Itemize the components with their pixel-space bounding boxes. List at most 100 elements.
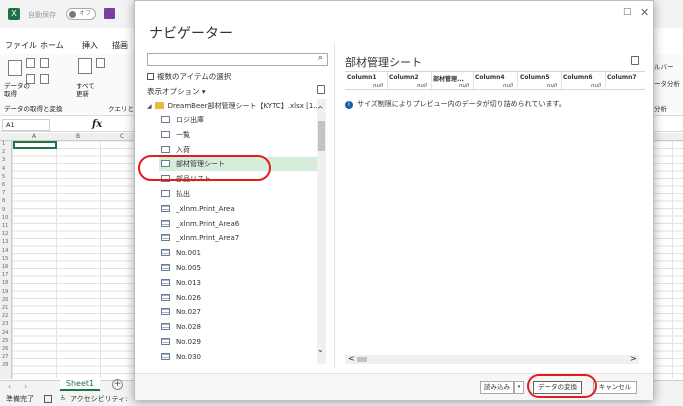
row-header[interactable]: 19: [2, 289, 8, 295]
row-header[interactable]: 10: [2, 215, 8, 221]
refresh-all-label[interactable]: すべて更新: [76, 82, 100, 98]
row-header[interactable]: 27: [2, 354, 8, 360]
expand-caret-icon[interactable]: ◢: [147, 103, 152, 110]
scroll-up-icon[interactable]: ^: [317, 105, 324, 114]
tab-home[interactable]: ホーム: [40, 40, 64, 51]
search-icon[interactable]: ⌕: [318, 53, 323, 63]
column-header[interactable]: C: [120, 133, 124, 140]
multi-select-label: 複数のアイテムの選択: [157, 72, 232, 81]
row-header[interactable]: 17: [2, 272, 8, 278]
tree-item[interactable]: No.029: [159, 335, 317, 349]
tree-item[interactable]: No.005: [159, 261, 317, 275]
row-header[interactable]: 4: [2, 166, 5, 172]
close-icon[interactable]: ✕: [640, 6, 649, 19]
queries-icon[interactable]: [96, 58, 105, 68]
column-header[interactable]: B: [76, 133, 80, 140]
next-sheet-icon[interactable]: ›: [24, 382, 27, 391]
refresh-icon[interactable]: [317, 85, 325, 94]
tree-item[interactable]: _xlnm.Print_Area: [159, 202, 317, 216]
row-header[interactable]: 20: [2, 297, 8, 303]
search-input[interactable]: [147, 53, 328, 66]
preview-cell: null: [373, 83, 384, 89]
name-box[interactable]: A1: [2, 119, 50, 131]
row-header[interactable]: 23: [2, 321, 8, 327]
database-icon[interactable]: [8, 60, 22, 76]
tree-item[interactable]: No.027: [159, 305, 317, 319]
row-header[interactable]: 16: [2, 264, 8, 270]
tree-item[interactable]: _xlnm.Print_Area6: [159, 217, 317, 231]
get-data-label[interactable]: データの取得: [4, 82, 34, 98]
tree-item[interactable]: No.028: [159, 320, 317, 334]
folder-icon: [154, 102, 164, 109]
preview-horizontal-scrollbar[interactable]: < >: [345, 354, 639, 364]
tab-file[interactable]: ファイル: [5, 40, 37, 51]
scroll-left-icon[interactable]: <: [348, 354, 355, 363]
tree-item[interactable]: _xlnm.Print_Area7: [159, 231, 317, 245]
checkbox-icon[interactable]: [147, 73, 154, 80]
sheet-icon: [161, 130, 170, 138]
row-header[interactable]: 22: [2, 313, 8, 319]
preview-refresh-icon[interactable]: [631, 56, 639, 65]
from-text-icon[interactable]: [26, 58, 35, 68]
tree-item[interactable]: 一覧: [159, 128, 317, 142]
autosave-toggle[interactable]: オフ: [66, 8, 96, 20]
row-header[interactable]: 25: [2, 338, 8, 344]
tree-item[interactable]: No.030: [159, 350, 317, 364]
tree-root[interactable]: ◢ DreamBeer部材管理シート【KYTC】.xlsx [1...: [147, 99, 317, 113]
row-header[interactable]: 14: [2, 248, 8, 254]
tree-item[interactable]: No.001: [159, 246, 317, 260]
row-header[interactable]: 5: [2, 174, 5, 180]
row-header[interactable]: 3: [2, 157, 5, 163]
row-header[interactable]: 12: [2, 231, 8, 237]
scroll-thumb[interactable]: [357, 357, 367, 362]
fx-icon[interactable]: fx: [92, 119, 102, 130]
recent-sources-icon[interactable]: [40, 74, 49, 84]
row-header[interactable]: 11: [2, 223, 8, 229]
scroll-down-icon[interactable]: ⌄: [317, 345, 324, 354]
cancel-button[interactable]: キャンセル: [593, 381, 637, 394]
navigator-tree: ◢ DreamBeer部材管理シート【KYTC】.xlsx [1... ロジ出庫一…: [147, 99, 317, 364]
ribbon-right-label-1: ルバー: [654, 63, 674, 71]
load-dropdown-button[interactable]: ▾: [514, 381, 524, 394]
multi-select-checkbox[interactable]: 複数のアイテムの選択: [147, 71, 231, 82]
group-label: データの取得と変換: [4, 105, 63, 113]
row-header[interactable]: 1: [2, 141, 5, 147]
from-web-icon[interactable]: [40, 58, 49, 68]
scroll-right-icon[interactable]: >: [630, 354, 637, 363]
preview-cell: null: [417, 83, 428, 89]
display-options-dropdown[interactable]: 表示オプション ▾: [147, 86, 206, 97]
column-header[interactable]: A: [32, 133, 36, 140]
row-header[interactable]: 18: [2, 280, 8, 286]
row-header[interactable]: 13: [2, 239, 8, 245]
add-sheet-button[interactable]: +: [112, 379, 123, 390]
macro-record-icon[interactable]: [44, 395, 52, 403]
tree-item[interactable]: ロジ出庫: [159, 113, 317, 127]
tree-item[interactable]: No.013: [159, 276, 317, 290]
selected-cell[interactable]: [13, 141, 57, 149]
row-header[interactable]: 6: [2, 182, 5, 188]
row-header[interactable]: 2: [2, 149, 5, 155]
sheet-tab[interactable]: Sheet1: [60, 378, 100, 391]
load-button[interactable]: 読み込み: [480, 381, 514, 394]
preview-cell: null: [547, 83, 558, 89]
tree-scrollbar[interactable]: ^ ⌄: [317, 99, 326, 364]
row-header[interactable]: 15: [2, 256, 8, 262]
refresh-all-icon[interactable]: [78, 58, 92, 74]
save-icon[interactable]: [104, 8, 115, 19]
tab-insert[interactable]: 挿入: [82, 40, 98, 51]
tree-item[interactable]: No.026: [159, 291, 317, 305]
row-header[interactable]: 8: [2, 198, 5, 204]
tree-item[interactable]: 払出: [159, 187, 317, 201]
row-header[interactable]: 28: [2, 362, 8, 368]
accessibility-icon[interactable]: ♿: [60, 394, 66, 402]
tab-draw[interactable]: 描画: [112, 40, 128, 51]
scroll-thumb[interactable]: [318, 121, 325, 151]
prev-sheet-icon[interactable]: ‹: [8, 382, 11, 391]
row-header[interactable]: 24: [2, 330, 8, 336]
row-header[interactable]: 26: [2, 346, 8, 352]
row-header[interactable]: 9: [2, 207, 5, 213]
status-accessibility[interactable]: アクセシビリティ:: [70, 394, 128, 404]
row-header[interactable]: 21: [2, 305, 8, 311]
row-header[interactable]: 7: [2, 190, 5, 196]
maximize-icon[interactable]: □: [623, 7, 632, 17]
